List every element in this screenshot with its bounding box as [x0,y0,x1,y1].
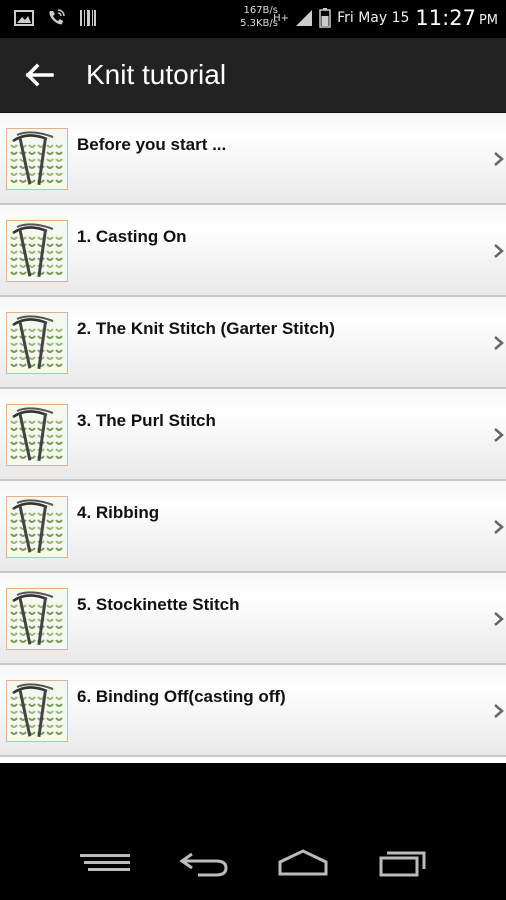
list-item[interactable]: 5. Stockinette Stitch [0,573,506,665]
knitting-icon [6,128,68,190]
knitting-icon [6,496,68,558]
knitting-icon [6,588,68,650]
signal-icon [296,10,313,26]
list-item-label: Before you start ... [77,135,227,154]
chevron-right-icon [494,244,504,258]
app-bar: Knit tutorial [0,38,506,113]
list-item-label: 5. Stockinette Stitch [77,595,240,614]
list-item-label: 3. The Purl Stitch [77,411,216,430]
chevron-right-icon [494,152,504,166]
list-item-label: 1. Casting On [77,227,187,246]
status-bar: 167B/s 5.3KB/s H+ Fri May 15 11:27 PM [0,0,506,38]
back-nav-icon[interactable] [178,848,230,878]
chevron-right-icon [494,428,504,442]
list-item[interactable]: Before you start ... [0,113,506,205]
image-notification-icon [14,10,34,26]
menu-icon[interactable] [78,848,132,878]
list-item[interactable]: 4. Ribbing [0,481,506,573]
list-item-label: 6. Binding Off(casting off) [77,687,286,706]
barcode-icon [80,10,96,26]
recent-apps-icon[interactable] [378,848,428,878]
list-item-label: 4. Ribbing [77,503,160,522]
network-type: H+ [273,12,290,24]
chevron-right-icon [494,612,504,626]
list-item[interactable]: 1. Casting On [0,205,506,297]
tutorial-list: Before you start ... 1. Casting On 2. Th… [0,113,506,763]
system-nav-bar [0,818,506,900]
chevron-right-icon [494,520,504,534]
back-arrow-icon[interactable] [22,58,56,92]
list-item-label: 2. The Knit Stitch (Garter Stitch) [77,319,335,338]
knitting-icon [6,404,68,466]
status-date: Fri May 15 [337,10,410,26]
home-nav-icon[interactable] [276,848,330,878]
chevron-right-icon [494,336,504,350]
page-title: Knit tutorial [86,59,227,90]
knitting-icon [6,680,68,742]
list-item[interactable]: 3. The Purl Stitch [0,389,506,481]
call-wifi-icon [49,9,65,25]
chevron-right-icon [494,704,504,718]
battery-icon [319,8,331,28]
status-time: 11:27 [415,6,476,30]
status-ampm: PM [478,12,498,28]
list-item[interactable]: 2. The Knit Stitch (Garter Stitch) [0,297,506,389]
knitting-icon [6,312,68,374]
list-item[interactable]: 6. Binding Off(casting off) [0,665,506,757]
knitting-icon [6,220,68,282]
